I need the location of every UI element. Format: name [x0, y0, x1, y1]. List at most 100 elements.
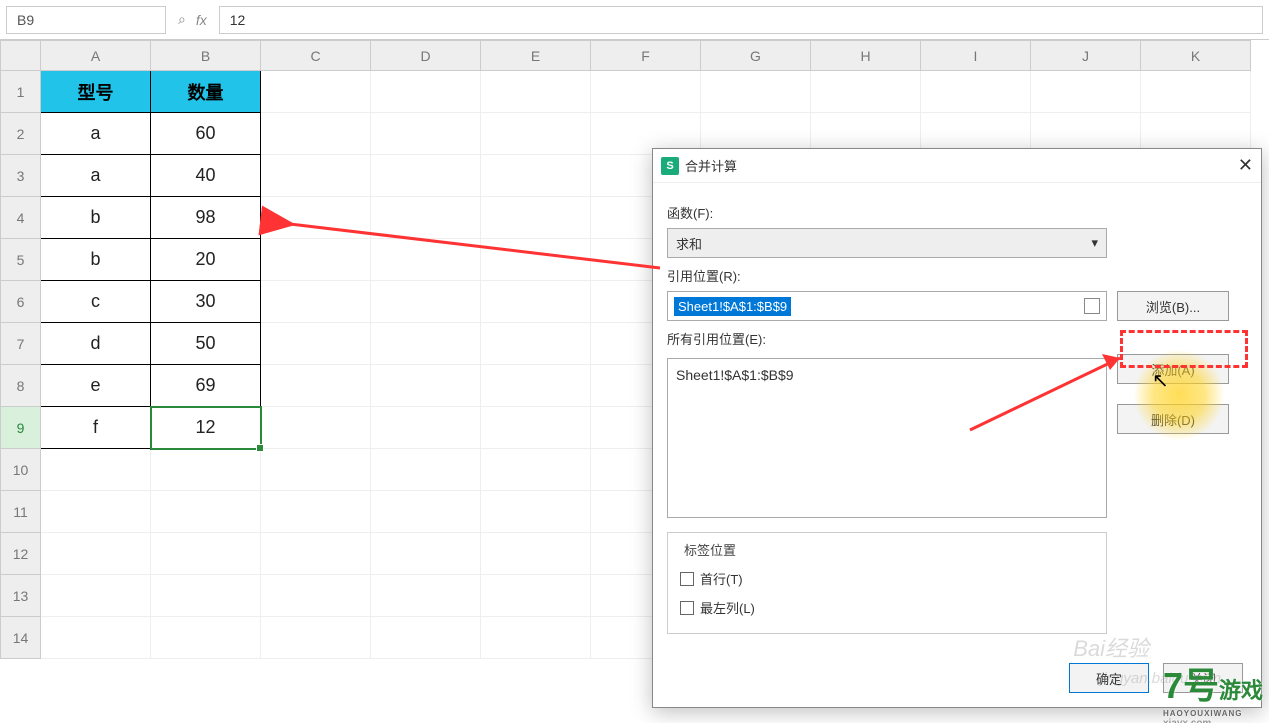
cell[interactable]	[261, 71, 371, 113]
dialog-titlebar[interactable]: S 合并计算 ✕	[653, 149, 1261, 183]
cell-A2[interactable]: a	[41, 113, 151, 155]
row-header[interactable]: 3	[1, 155, 41, 197]
cell[interactable]	[151, 449, 261, 491]
col-header[interactable]: C	[261, 41, 371, 71]
cell[interactable]	[481, 113, 591, 155]
row-header[interactable]: 7	[1, 323, 41, 365]
cell-B2[interactable]: 60	[151, 113, 261, 155]
all-references-listbox[interactable]: Sheet1!$A$1:$B$9	[667, 358, 1107, 518]
cell-B8[interactable]: 69	[151, 365, 261, 407]
cell[interactable]	[591, 71, 701, 113]
col-header[interactable]: F	[591, 41, 701, 71]
cell[interactable]	[261, 449, 371, 491]
cell[interactable]	[261, 281, 371, 323]
col-header[interactable]: B	[151, 41, 261, 71]
cell[interactable]	[151, 575, 261, 617]
row-header[interactable]: 6	[1, 281, 41, 323]
cell[interactable]	[481, 281, 591, 323]
formula-input[interactable]: 12	[219, 6, 1263, 34]
cell-A7[interactable]: d	[41, 323, 151, 365]
cell[interactable]	[371, 449, 481, 491]
cell[interactable]	[261, 155, 371, 197]
cell[interactable]	[481, 155, 591, 197]
col-header[interactable]: H	[811, 41, 921, 71]
cell-B3[interactable]: 40	[151, 155, 261, 197]
cell[interactable]	[41, 575, 151, 617]
cell[interactable]	[371, 365, 481, 407]
cell[interactable]	[41, 617, 151, 659]
row-header[interactable]: 1	[1, 71, 41, 113]
cell[interactable]	[151, 617, 261, 659]
cell-B7[interactable]: 50	[151, 323, 261, 365]
col-header[interactable]: D	[371, 41, 481, 71]
cell[interactable]	[921, 71, 1031, 113]
cell-A9[interactable]: f	[41, 407, 151, 449]
col-header[interactable]: E	[481, 41, 591, 71]
cell[interactable]	[481, 533, 591, 575]
cell[interactable]	[481, 449, 591, 491]
cell[interactable]	[371, 407, 481, 449]
cell-B6[interactable]: 30	[151, 281, 261, 323]
cell-A6[interactable]: c	[41, 281, 151, 323]
cell[interactable]	[261, 323, 371, 365]
cell[interactable]	[481, 575, 591, 617]
cell-A3[interactable]: a	[41, 155, 151, 197]
cell[interactable]	[41, 491, 151, 533]
fx-icon[interactable]: fx	[196, 12, 207, 28]
row-header[interactable]: 9	[1, 407, 41, 449]
search-icon[interactable]: ⌕	[178, 11, 186, 28]
cell-A1[interactable]: 型号	[41, 71, 151, 113]
col-header[interactable]: A	[41, 41, 151, 71]
row-header[interactable]: 4	[1, 197, 41, 239]
cell[interactable]	[371, 281, 481, 323]
row-header[interactable]: 11	[1, 491, 41, 533]
cell[interactable]	[811, 71, 921, 113]
cell[interactable]	[481, 365, 591, 407]
list-item[interactable]: Sheet1!$A$1:$B$9	[676, 367, 1098, 383]
reference-input[interactable]: Sheet1!$A$1:$B$9	[667, 291, 1107, 321]
cell[interactable]	[371, 113, 481, 155]
cell[interactable]	[371, 239, 481, 281]
cell[interactable]	[261, 365, 371, 407]
col-header[interactable]: K	[1141, 41, 1251, 71]
cell[interactable]	[371, 197, 481, 239]
cell[interactable]	[371, 533, 481, 575]
cell-A4[interactable]: b	[41, 197, 151, 239]
name-box[interactable]: B9	[6, 6, 166, 34]
row-header[interactable]: 2	[1, 113, 41, 155]
row-header[interactable]: 13	[1, 575, 41, 617]
col-header[interactable]: I	[921, 41, 1031, 71]
range-picker-icon[interactable]	[1084, 298, 1100, 314]
fill-handle[interactable]	[256, 444, 264, 452]
cell-B9[interactable]: 12	[151, 407, 261, 449]
cell[interactable]	[481, 323, 591, 365]
cell[interactable]	[41, 533, 151, 575]
row-header[interactable]: 10	[1, 449, 41, 491]
row-header[interactable]: 14	[1, 617, 41, 659]
cell[interactable]	[261, 617, 371, 659]
cell[interactable]	[481, 197, 591, 239]
cell-B4[interactable]: 98	[151, 197, 261, 239]
cell[interactable]	[41, 449, 151, 491]
col-header[interactable]: G	[701, 41, 811, 71]
top-row-checkbox[interactable]: 首行(T)	[680, 569, 1094, 588]
cell[interactable]	[1031, 71, 1141, 113]
cell[interactable]	[371, 491, 481, 533]
function-combobox[interactable]: 求和 ▾	[667, 228, 1107, 258]
cell-B1[interactable]: 数量	[151, 71, 261, 113]
cell-A8[interactable]: e	[41, 365, 151, 407]
cell[interactable]	[481, 71, 591, 113]
cell[interactable]	[261, 491, 371, 533]
cell[interactable]	[261, 113, 371, 155]
cell[interactable]	[261, 197, 371, 239]
cell[interactable]	[261, 575, 371, 617]
browse-button[interactable]: 浏览(B)...	[1117, 291, 1229, 321]
cell[interactable]	[481, 491, 591, 533]
cell[interactable]	[151, 491, 261, 533]
cell[interactable]	[481, 617, 591, 659]
cell[interactable]	[261, 407, 371, 449]
cell[interactable]	[371, 155, 481, 197]
cell[interactable]	[371, 617, 481, 659]
cell[interactable]	[261, 239, 371, 281]
cell-A5[interactable]: b	[41, 239, 151, 281]
